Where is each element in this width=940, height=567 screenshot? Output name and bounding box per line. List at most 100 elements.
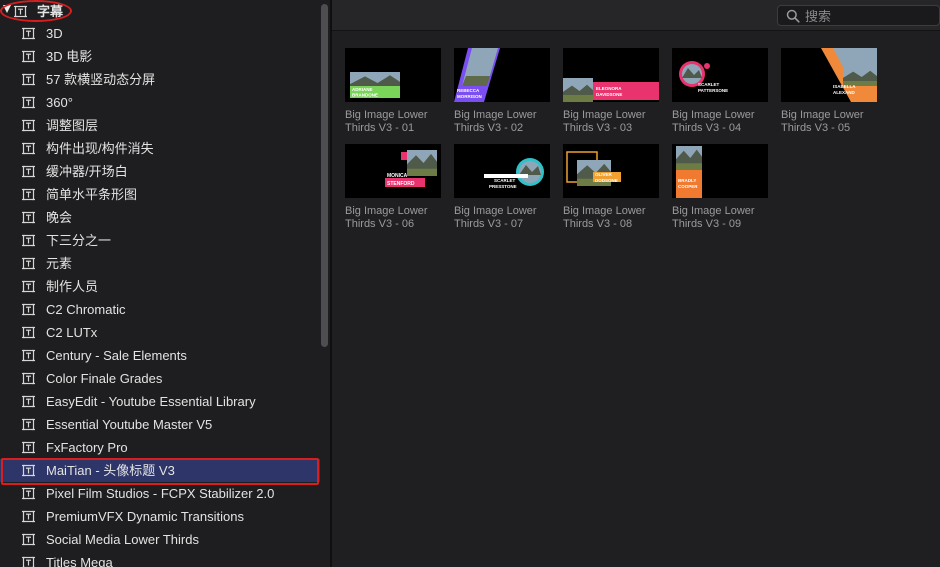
title-caption-line-1: Big Image Lower [563, 109, 646, 121]
preview-image: SCARLETPATTERSONE [672, 48, 768, 102]
sidebar: 字幕 3D 3D 电影 57 款横竖动态分屏 360° 调整图层 构件出现/构件消失 缓冲器/… [0, 0, 330, 567]
sidebar-item[interactable]: 3D 电影 [0, 45, 320, 68]
svg-text:OLIVER: OLIVER [595, 172, 613, 177]
svg-text:MONICA: MONICA [387, 173, 408, 179]
title-caption-line-2: Thirds V3 - 03 [563, 122, 633, 134]
title-thumbnail-preview[interactable]: SCARLET PATTERSONE [672, 48, 768, 102]
title-caption: Big Image Lower Thirds V3 - 05 [781, 109, 889, 135]
title-thumbnail-tile[interactable]: OLIVER DODSONE Big Image Lower Thirds V3 - … [563, 144, 663, 234]
sidebar-scrollbar[interactable] [321, 4, 328, 347]
sidebar-item[interactable]: 制作人员 [0, 275, 320, 298]
title-category-icon [22, 27, 35, 40]
sidebar-item[interactable]: 3D [0, 22, 320, 45]
sidebar-item-label: 缓冲器/开场白 [46, 164, 128, 179]
sidebar-item[interactable]: 调整图层 [0, 114, 320, 137]
title-caption-line-1: Big Image Lower [781, 109, 864, 121]
title-thumbnail-tile[interactable]: SCARLET PRESSTONE Big Image Lower Thirds V3… [454, 144, 554, 234]
sidebar-item[interactable]: 晚会 [0, 206, 320, 229]
sidebar-item[interactable]: C2 LUTx [0, 321, 320, 344]
sidebar-item[interactable]: EasyEdit - Youtube Essential Library [0, 390, 320, 413]
sidebar-item[interactable]: Titles Mega [0, 551, 320, 567]
title-caption-line-1: Big Image Lower [345, 109, 428, 121]
title-thumbnail-preview[interactable]: REBECCA MORRISON [454, 48, 550, 102]
preview-image: ELEONORADAVIDSONE [563, 48, 659, 102]
title-caption-line-1: Big Image Lower [454, 205, 537, 217]
title-category-icon [22, 326, 35, 339]
preview-image: ADRIANEBRANDONE [345, 48, 441, 102]
title-thumbnail-tile[interactable]: MONICA STENFORD Big Image Lower Thirds V3 -… [345, 144, 445, 234]
title-category-icon [22, 395, 35, 408]
svg-text:BRADLY: BRADLY [678, 178, 696, 183]
sidebar-item-label: 57 款横竖动态分屏 [46, 72, 156, 87]
svg-text:BRANDONE: BRANDONE [352, 93, 378, 98]
sidebar-item[interactable]: Color Finale Grades [0, 367, 320, 390]
sidebar-item[interactable]: 简单水平条形图 [0, 183, 320, 206]
title-thumbnail-tile[interactable]: ISABELLA ALEXAND Big Image Lower Thirds V3 … [781, 48, 881, 138]
title-thumbnail-tile[interactable]: REBECCA MORRISON Big Image Lower Thirds V3 … [454, 48, 554, 138]
sidebar-item-label: EasyEdit - Youtube Essential Library [46, 394, 256, 409]
title-caption-line-1: Big Image Lower [672, 205, 755, 217]
title-category-icon [22, 349, 35, 362]
sidebar-item[interactable]: 下三分之一 [0, 229, 320, 252]
title-category-icon [22, 73, 35, 86]
title-thumbnail-preview[interactable]: MONICA STENFORD [345, 144, 441, 198]
svg-text:ALEXAND: ALEXAND [833, 90, 856, 95]
sidebar-item[interactable]: FxFactory Pro [0, 436, 320, 459]
sidebar-item[interactable]: 360° [0, 91, 320, 114]
title-thumbnail-preview[interactable]: ADRIANE BRANDONE [345, 48, 441, 102]
svg-text:DODSONE: DODSONE [595, 178, 618, 183]
svg-text:REBECCA: REBECCA [457, 88, 480, 93]
sidebar-item[interactable]: 57 款横竖动态分屏 [0, 68, 320, 91]
title-caption: Big Image Lower Thirds V3 - 02 [454, 109, 562, 135]
search-field[interactable] [777, 5, 940, 26]
title-thumbnail-preview[interactable]: ELEONORA DAVIDSONE [563, 48, 659, 102]
title-category-icon [22, 280, 35, 293]
sidebar-item[interactable]: 构件出现/构件消失 [0, 137, 320, 160]
sidebar-item[interactable]: C2 Chromatic [0, 298, 320, 321]
title-category-icon [22, 510, 35, 523]
sidebar-item-label: 调整图层 [46, 118, 99, 133]
title-category-icon [22, 211, 35, 224]
sidebar-item-label: 元素 [46, 256, 73, 271]
title-thumbnail-tile[interactable]: BRADLY COOPER Big Image Lower Thirds V3 - 0… [672, 144, 772, 234]
sidebar-item-label: PremiumVFX Dynamic Transitions [46, 509, 244, 524]
sidebar-item-label: Social Media Lower Thirds [46, 532, 199, 547]
sidebar-item-label: 简单水平条形图 [46, 187, 138, 202]
sidebar-item-label: 3D [46, 26, 63, 41]
sidebar-item[interactable]: 元素 [0, 252, 320, 275]
svg-text:ISABELLA: ISABELLA [833, 84, 856, 89]
sidebar-item[interactable]: Essential Youtube Master V5 [0, 413, 320, 436]
search-input[interactable] [805, 7, 935, 25]
title-thumbnail-preview[interactable]: ISABELLA ALEXAND [781, 48, 877, 102]
svg-text:DAVIDSONE: DAVIDSONE [596, 92, 622, 97]
sidebar-item[interactable]: 缓冲器/开场白 [0, 160, 320, 183]
browser-toolbar [332, 0, 940, 31]
title-category-icon [22, 533, 35, 546]
title-category-icon [22, 487, 35, 500]
sidebar-item-label: Essential Youtube Master V5 [46, 417, 213, 432]
title-thumbnail-preview[interactable]: SCARLET PRESSTONE [454, 144, 550, 198]
sidebar-item[interactable]: Social Media Lower Thirds [0, 528, 320, 551]
title-thumbnail-tile[interactable]: SCARLET PATTERSONE Big Image Lower Thirds V… [672, 48, 772, 138]
sidebar-item[interactable]: PremiumVFX Dynamic Transitions [0, 505, 320, 528]
preview-image: BRADLYCOOPER [672, 144, 768, 198]
title-category-icon [22, 234, 35, 247]
title-thumbnail-preview[interactable]: BRADLY COOPER [672, 144, 768, 198]
sidebar-item-label: Color Finale Grades [46, 371, 163, 386]
title-caption: Big Image Lower Thirds V3 - 07 [454, 205, 562, 231]
title-caption-line-2: Thirds V3 - 07 [454, 218, 524, 230]
svg-text:ELEONORA: ELEONORA [596, 86, 622, 91]
title-thumbnail-preview[interactable]: OLIVER DODSONE [563, 144, 659, 198]
svg-text:PRESSTONE: PRESSTONE [489, 184, 517, 189]
title-thumbnail-tile[interactable]: ELEONORA DAVIDSONE Big Image Lower Thirds V… [563, 48, 663, 138]
sidebar-item[interactable]: Century - Sale Elements [0, 344, 320, 367]
title-category-icon [22, 556, 35, 567]
sidebar-item[interactable]: Pixel Film Studios - FCPX Stabilizer 2.0 [0, 482, 320, 505]
browser-pane: ADRIANEBRANDONEBig Image LowerThirds V3 … [332, 0, 940, 567]
title-category-icon [22, 96, 35, 109]
svg-text:SCARLET: SCARLET [494, 178, 516, 183]
svg-text:MORRISON: MORRISON [457, 94, 482, 99]
title-caption: Big Image Lower Thirds V3 - 08 [563, 205, 671, 231]
title-thumbnail-tile[interactable]: ADRIANE BRANDONE Big Image Lower Thirds V3 … [345, 48, 445, 138]
sidebar-item-label: 下三分之一 [46, 233, 112, 248]
